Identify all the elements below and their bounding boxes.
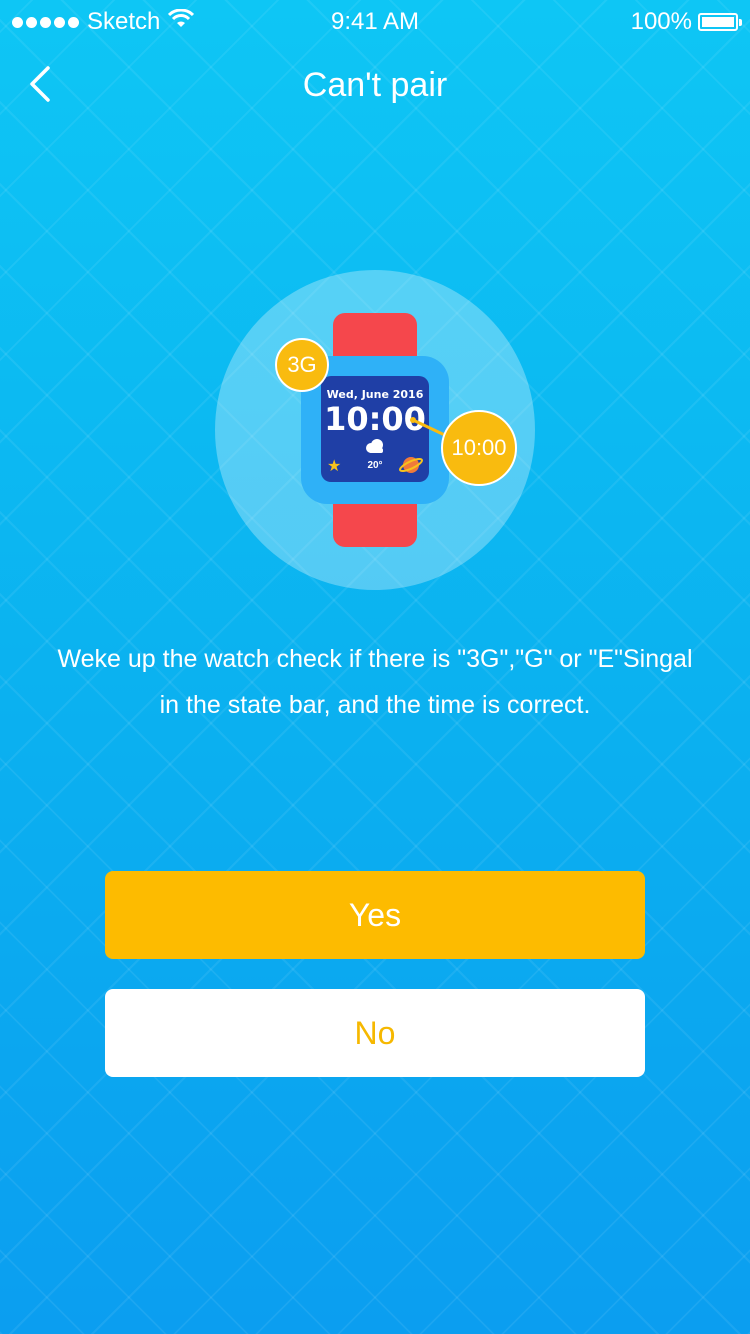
instruction-line-1: Weke up the watch check if there is "3G"… [57,645,693,673]
signal-badge: 3G [275,338,329,392]
status-bar-right: 100% [630,8,742,36]
page-title: Can't pair [302,66,448,104]
time-badge: 10:00 [441,410,517,486]
instruction-line-2: in the state bar, and the time is correc… [159,691,591,719]
instruction-text: Weke up the watch check if there is "3G"… [20,636,730,728]
yes-button[interactable]: Yes [105,871,645,959]
no-button[interactable]: No [105,989,645,1077]
status-bar: Sketch 9:41 AM 100% [0,0,750,40]
battery-icon [698,13,742,31]
battery-percent: 100% [630,8,692,35]
watch-illustration: Wed, June 2016 10:00 ★ 20° 3G 10:00 [215,270,535,590]
